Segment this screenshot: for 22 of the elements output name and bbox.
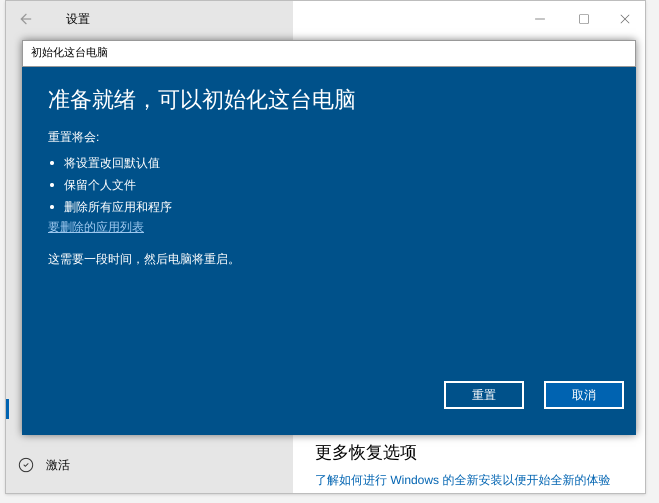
reset-button[interactable]: 重置 bbox=[444, 381, 524, 409]
app-list-link[interactable]: 要删除的应用列表 bbox=[48, 218, 144, 236]
bullet-text: 删除所有应用和程序 bbox=[64, 199, 172, 216]
bullet-icon bbox=[50, 205, 54, 209]
bullet-text: 保留个人文件 bbox=[64, 177, 136, 194]
dialog-heading: 准备就绪，可以初始化这台电脑 bbox=[48, 86, 357, 114]
dialog-title: 初始化这台电脑 bbox=[31, 46, 108, 62]
restart-note: 这需要一段时间，然后电脑将重启。 bbox=[48, 251, 241, 268]
intro-text: 重置将会: bbox=[48, 129, 100, 146]
cancel-button[interactable]: 取消 bbox=[544, 381, 624, 409]
bullet-text: 将设置改回默认值 bbox=[64, 155, 160, 172]
sidebar-item[interactable]: 激活 bbox=[6, 451, 293, 479]
section-heading: 更多恢复选项 bbox=[315, 442, 418, 464]
maximize-icon[interactable] bbox=[578, 13, 590, 25]
fresh-start-link[interactable]: 了解如何进行 Windows 的全新安装以便开始全新的体验 bbox=[315, 471, 645, 489]
bullet-icon bbox=[50, 161, 54, 165]
sidebar-item-label: 激活 bbox=[46, 457, 70, 474]
check-circle-icon bbox=[18, 457, 34, 473]
bullet-icon bbox=[50, 183, 54, 187]
selection-indicator bbox=[6, 399, 9, 419]
window-title: 设置 bbox=[66, 11, 90, 28]
back-icon[interactable] bbox=[18, 11, 34, 27]
